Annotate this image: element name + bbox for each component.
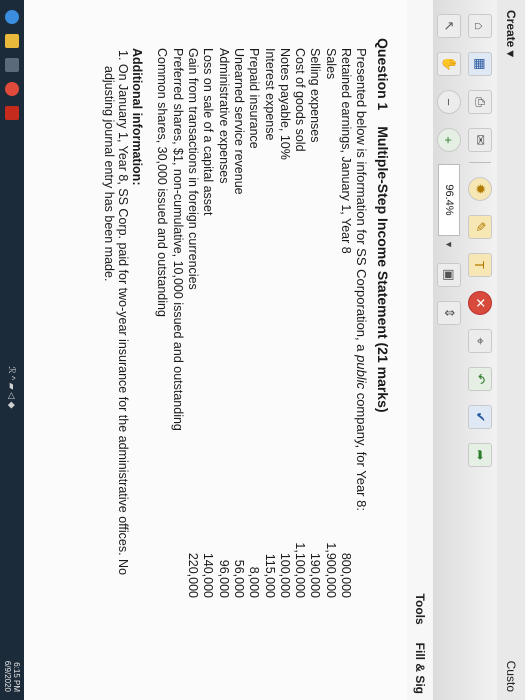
list-item: Gain from transactions in foreign curren…: [185, 48, 200, 678]
question-heading: Question 1 Multiple-Step Income Statemen…: [375, 38, 391, 678]
stamp-icon[interactable]: ✔: [468, 405, 492, 429]
list-item: Sales 1,900,000: [322, 48, 338, 678]
document-content: Question 1 Multiple-Step Income Statemen…: [102, 38, 391, 678]
hand-tool-icon[interactable]: ✋: [437, 52, 461, 76]
item-value: 1,100,000: [293, 542, 308, 598]
clock-date: 6/9/2020: [3, 660, 12, 692]
item-value: 115,000: [262, 553, 277, 598]
toolbar-row-1: ⌂ ▦ ⎙ ✉ ✹ ✎ T ✕ ⌖ ↶ ✔ ➦: [465, 0, 495, 467]
toolbar-divider: [469, 162, 491, 163]
toolbar-row-2: ↖ ✋ − + 96.4% ▼ ▣ ⇕: [434, 0, 464, 325]
item-label: Prepaid insurance: [247, 48, 262, 149]
item-label: Interest expense: [262, 48, 277, 141]
item-value: [154, 518, 169, 598]
item-value: 1,900,000: [323, 542, 338, 598]
scroll-mode-icon[interactable]: ⇕: [437, 300, 461, 325]
comment-icon[interactable]: ✎: [468, 215, 492, 239]
save-icon[interactable]: ▦: [468, 52, 492, 76]
intro-emphasis: public: [354, 355, 369, 390]
question-title: Multiple-Step Income Statement (21 marks…: [375, 126, 391, 413]
list-item: Interest expense 115,000: [261, 48, 277, 678]
settings-icon[interactable]: ✹: [468, 177, 492, 201]
item-label: Notes payable, 10%: [277, 48, 292, 160]
additional-info-item: 1. On January 1, Year 8, SS Corp. paid f…: [102, 50, 130, 678]
create-menu[interactable]: Create ▾: [504, 10, 518, 57]
additional-info-line: adjusting journal entry has been made.: [102, 66, 117, 282]
fill-and-sign-tab[interactable]: Fill & Sig: [413, 643, 427, 694]
undo-icon[interactable]: ↶: [468, 367, 492, 391]
additional-info-line: 1. On January 1, Year 8, SS Corp. paid f…: [116, 50, 131, 576]
item-label: Loss on sale of a capital asset: [201, 48, 216, 216]
tools-tab[interactable]: Tools: [413, 594, 427, 625]
item-value: [169, 518, 184, 598]
list-item: Unearned service revenue 56,000: [231, 48, 246, 678]
list-item: Prepaid insurance 8,000: [246, 48, 261, 678]
item-value: 96,000: [216, 559, 231, 598]
home-icon[interactable]: ⌂: [468, 14, 492, 38]
question-intro: Presented below is information for SS Co…: [354, 48, 369, 678]
mail-icon[interactable]: ✉: [468, 128, 492, 152]
print-icon[interactable]: ⎙: [468, 90, 492, 114]
taskbar-clock[interactable]: 6:15 PM 6/9/2020: [3, 661, 21, 692]
intro-prefix: Presented below is information for SS Co…: [354, 48, 369, 356]
document-page: Question 1 Multiple-Step Income Statemen…: [0, 0, 407, 700]
zoom-in-icon[interactable]: +: [437, 128, 461, 152]
item-label: Selling expenses: [308, 48, 323, 143]
item-label: Common shares, 30,000 issued and outstan…: [155, 48, 170, 317]
customize-menu[interactable]: Custo: [504, 661, 518, 692]
edge-browser-icon[interactable]: [5, 10, 19, 24]
item-value: 100,000: [277, 552, 292, 598]
item-label: Retained earnings, January 1, Year 8: [339, 48, 353, 254]
item-value: 8,000: [247, 566, 262, 598]
chevron-down-icon[interactable]: ▼: [444, 240, 454, 249]
file-explorer-icon[interactable]: [5, 34, 19, 48]
taskbar: ℛ ^ ▰ ◁ ◆ 6:15 PM 6/9/2020: [0, 0, 24, 700]
item-label: Preferred shares, $1, non-cumulative, 10…: [170, 48, 185, 431]
list-item: Administrative expenses 96,000: [215, 48, 231, 678]
list-item: Retained earnings, January 1, Year 8 800,…: [338, 48, 353, 678]
chrome-icon[interactable]: [5, 82, 19, 96]
list-item: Preferred shares, $1, non-cumulative, 10…: [169, 48, 185, 678]
item-label: Administrative expenses: [216, 48, 231, 184]
intro-suffix: company, for Year 8:: [354, 389, 369, 511]
pdf-reader-icon[interactable]: [5, 106, 19, 120]
line-items-list: Retained earnings, January 1, Year 8 800,…: [154, 48, 353, 678]
highlight-icon[interactable]: T: [468, 253, 492, 277]
item-value: 56,000: [231, 559, 246, 598]
share-icon[interactable]: ➦: [468, 443, 492, 467]
item-value: 800,000: [339, 552, 353, 598]
zoom-level-field[interactable]: 96.4%: [438, 164, 460, 236]
additional-information: Additional information: 1. On January 1,…: [102, 48, 144, 678]
list-item: Cost of goods sold 1,100,000: [292, 48, 307, 678]
item-value: 140,000: [201, 552, 216, 598]
screen: Create ▾ Custo ⌂ ▦ ⎙ ✉ ✹ ✎ T ✕ ⌖ ↶ ✔ ➦ ↖…: [0, 0, 525, 700]
list-item: Common shares, 30,000 issued and outstan…: [154, 48, 169, 678]
additional-info-title: Additional information:: [130, 48, 145, 186]
close-x-icon[interactable]: ✕: [468, 291, 492, 315]
item-label: Cost of goods sold: [293, 48, 308, 152]
zoom-out-icon[interactable]: −: [437, 90, 461, 114]
menu-bar: Create ▾ Custo: [496, 0, 525, 700]
clock-time: 6:15 PM: [12, 662, 21, 692]
item-value: 220,000: [186, 552, 201, 598]
tools-panel-header: Tools Fill & Sig: [406, 0, 433, 700]
list-item: Selling expenses 190,000: [307, 48, 322, 678]
tag-icon[interactable]: ⌖: [468, 329, 492, 353]
system-tray[interactable]: ℛ ^ ▰ ◁ ◆: [7, 366, 18, 408]
fit-page-icon[interactable]: ▣: [437, 262, 461, 287]
item-value: 190,000: [308, 552, 323, 598]
item-label: Unearned service revenue: [231, 48, 246, 195]
list-item: Loss on sale of a capital asset 140,000: [200, 48, 215, 678]
item-label: Sales: [323, 48, 338, 80]
list-item: Notes payable, 10% 100,000: [277, 48, 292, 678]
toolbar: ⌂ ▦ ⎙ ✉ ✹ ✎ T ✕ ⌖ ↶ ✔ ➦ ↖ ✋ − + 96.4% ▼ …: [432, 0, 497, 700]
store-icon[interactable]: [5, 58, 19, 72]
select-arrow-icon[interactable]: ↖: [437, 14, 461, 38]
item-label: Gain from transactions in foreign curren…: [186, 48, 201, 290]
question-number: Question 1: [375, 38, 391, 111]
